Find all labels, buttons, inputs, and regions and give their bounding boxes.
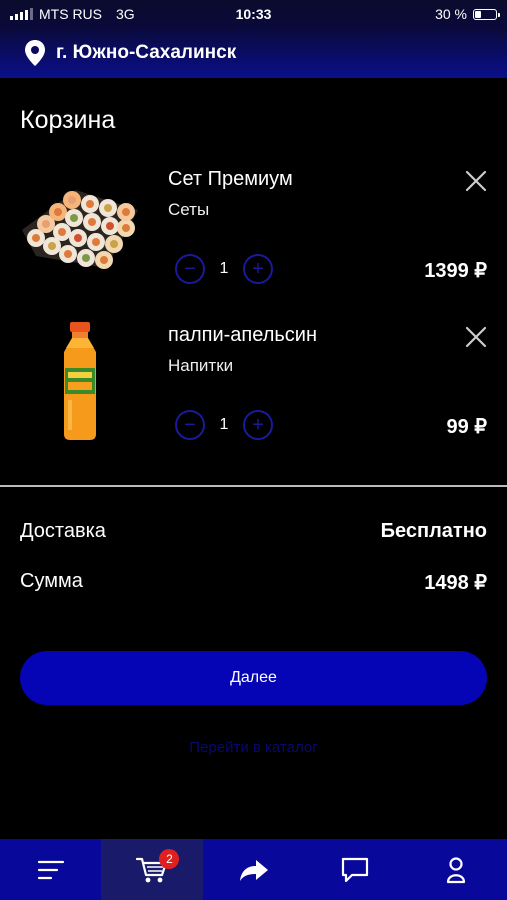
cart-item: палпи-апельсин Напитки − 1 + 99 ₽ <box>0 316 507 456</box>
delivery-row: Доставка Бесплатно <box>20 520 487 543</box>
remove-item-icon[interactable] <box>465 326 487 348</box>
location-pin-icon <box>25 40 45 66</box>
go-to-catalog-link[interactable]: Перейти в каталог <box>0 739 507 756</box>
quantity-stepper: − 1 + <box>175 254 273 284</box>
decrease-quantity-button[interactable]: − <box>175 254 205 284</box>
orange-juice-bottle-image <box>64 322 96 440</box>
battery-icon <box>473 8 500 20</box>
remove-item-icon[interactable] <box>465 170 487 192</box>
tab-chat[interactable] <box>304 839 405 900</box>
item-name: Сет Премиум <box>168 168 293 190</box>
item-price: 1399 ₽ <box>424 260 487 282</box>
status-right: 30 % <box>435 6 500 22</box>
user-icon <box>447 856 466 883</box>
total-value: 1498 ₽ <box>424 572 487 594</box>
quantity-value: 1 <box>219 416 229 433</box>
tab-profile[interactable] <box>406 839 507 900</box>
chat-icon <box>341 857 369 882</box>
item-category: Сеты <box>168 200 210 219</box>
city-selector[interactable]: г. Южно-Сахалинск <box>0 28 507 78</box>
cart-badge: 2 <box>159 849 180 869</box>
menu-icon <box>37 860 64 879</box>
sushi-set-image <box>22 190 138 269</box>
share-icon <box>239 859 268 881</box>
quantity-stepper: − 1 + <box>175 410 273 440</box>
increase-quantity-button[interactable]: + <box>243 410 273 440</box>
tab-menu[interactable] <box>0 839 101 900</box>
delivery-label: Доставка <box>20 520 106 542</box>
delivery-value: Бесплатно <box>380 520 487 542</box>
item-category: Напитки <box>168 356 234 375</box>
cart-item: Сет Премиум Сеты − 1 + 1399 ₽ <box>0 160 507 300</box>
item-name: палпи-апельсин <box>168 324 318 346</box>
divider <box>0 485 507 487</box>
tab-share[interactable] <box>203 839 304 900</box>
city-name: г. Южно-Сахалинск <box>56 42 237 63</box>
battery-percent: 30 % <box>435 6 467 22</box>
item-price: 99 ₽ <box>446 416 487 438</box>
total-row: Сумма 1498 ₽ <box>20 570 487 595</box>
tab-bar: 2 <box>0 839 507 900</box>
total-label: Сумма <box>20 570 83 592</box>
clock: 10:33 <box>235 6 272 22</box>
next-button[interactable]: Далее <box>20 651 487 705</box>
increase-quantity-button[interactable]: + <box>243 254 273 284</box>
status-bar: MTS RUS 3G 10:33 30 % <box>0 0 507 28</box>
quantity-value: 1 <box>219 260 229 277</box>
decrease-quantity-button[interactable]: − <box>175 410 205 440</box>
tab-cart[interactable]: 2 <box>101 839 203 900</box>
page-title: Корзина <box>20 106 116 134</box>
battery-fill <box>475 10 481 18</box>
